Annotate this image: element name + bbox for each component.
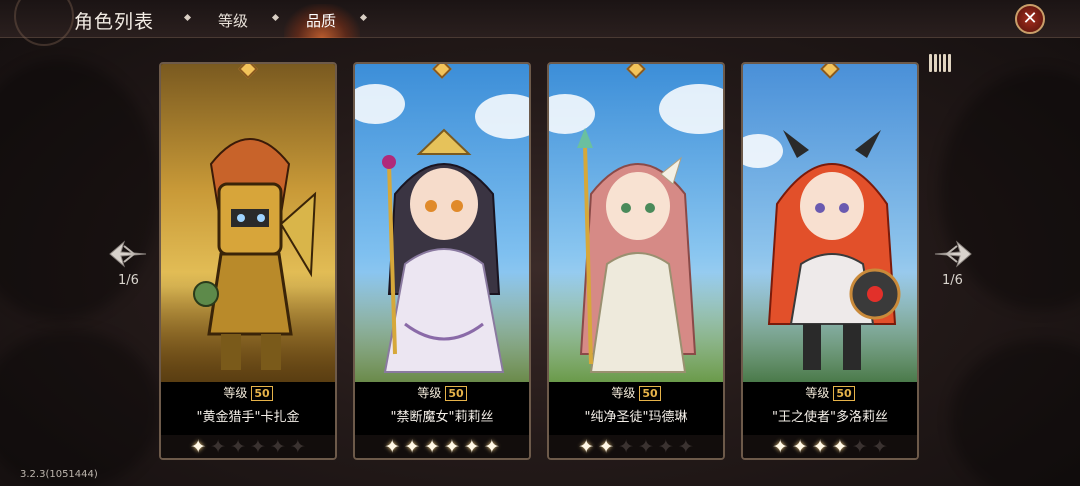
star-icon: ✦ — [638, 436, 654, 458]
star-icon: ✦ — [851, 436, 868, 458]
page-indicator-right: 1/6 — [942, 273, 963, 288]
tab-separator-icon — [359, 13, 368, 22]
version-label: 3.2.3(1051444) — [20, 469, 98, 480]
star-icon: ✦ — [424, 436, 440, 458]
character-name: "纯净圣徒"玛德琳 — [549, 405, 723, 431]
gold-warrior-figure — [193, 138, 317, 370]
star-icon: ✦ — [190, 436, 207, 458]
level-label: 等级 — [417, 386, 442, 400]
level-value: 50 — [833, 386, 855, 401]
star-icon: ✦ — [598, 436, 615, 458]
level-line: 等级 50 — [161, 384, 335, 401]
page-title: 角色列表 — [74, 11, 155, 33]
holy-priestess-figure — [577, 128, 697, 373]
star-icon: ✦ — [210, 436, 227, 458]
star-icon: ✦ — [289, 436, 306, 458]
level-value: 50 — [639, 386, 661, 401]
character-portrait — [355, 64, 529, 382]
star-icon: ✦ — [250, 436, 266, 458]
tab-level[interactable]: 等级 — [218, 10, 248, 31]
top-bar: 角色列表 等级 品质 ✕ — [0, 0, 1080, 46]
close-icon: ✕ — [1022, 8, 1038, 29]
star-icon: ✦ — [618, 436, 634, 458]
star-icon: ✦ — [384, 436, 401, 458]
level-label: 等级 — [611, 386, 636, 400]
star-icon: ✦ — [578, 436, 595, 458]
character-portrait — [161, 64, 335, 382]
star-rating: ✦ ✦ ✦ ✦ ✦ ✦ — [355, 435, 529, 458]
character-portrait — [743, 64, 917, 382]
level-value: 50 — [445, 386, 467, 401]
level-label: 等级 — [805, 386, 830, 400]
character-card-kazajin[interactable]: 等级 50 "黄金猎手"卡扎金 ✦ ✦ ✦ ✦ ✦ ✦ — [159, 62, 337, 460]
page-indicator-left: 1/6 — [118, 273, 139, 288]
grid-view-icon[interactable] — [929, 54, 951, 72]
star-icon: ✦ — [871, 436, 888, 458]
level-line: 等级 50 — [355, 384, 529, 401]
level-value: 50 — [251, 386, 273, 401]
star-icon: ✦ — [269, 436, 286, 458]
star-icon: ✦ — [812, 436, 828, 458]
emblem-icon — [14, 0, 74, 46]
star-icon: ✦ — [444, 436, 460, 458]
star-icon: ✦ — [483, 436, 500, 458]
star-icon: ✦ — [463, 436, 480, 458]
character-card-dolores[interactable]: 等级 50 "王之使者"多洛莉丝 ✦ ✦ ✦ ✦ ✦ ✦ — [741, 62, 919, 460]
star-icon: ✦ — [677, 436, 694, 458]
star-rating: ✦ ✦ ✦ ✦ ✦ ✦ — [161, 435, 335, 458]
witch-bride-figure — [382, 128, 505, 373]
character-card-lilith[interactable]: 等级 50 "禁断魔女"莉莉丝 ✦ ✦ ✦ ✦ ✦ ✦ — [353, 62, 531, 460]
star-icon: ✦ — [657, 436, 674, 458]
prev-page-arrow-icon[interactable] — [108, 236, 148, 272]
close-button[interactable]: ✕ — [1015, 4, 1045, 34]
next-page-arrow-icon[interactable] — [933, 236, 973, 272]
character-name: "禁断魔女"莉莉丝 — [355, 405, 529, 431]
star-rating: ✦ ✦ ✦ ✦ ✦ ✦ — [743, 435, 917, 458]
character-name: "黄金猎手"卡扎金 — [161, 405, 335, 431]
star-icon: ✦ — [832, 436, 848, 458]
tab-quality[interactable]: 品质 — [306, 10, 336, 31]
level-label: 等级 — [223, 386, 248, 400]
character-portrait — [549, 64, 723, 382]
level-line: 等级 50 — [549, 384, 723, 401]
tab-separator-icon — [271, 13, 280, 22]
star-rating: ✦ ✦ ✦ ✦ ✦ ✦ — [549, 435, 723, 458]
star-icon: ✦ — [230, 436, 246, 458]
character-card-madeline[interactable]: 等级 50 "纯净圣徒"玛德琳 ✦ ✦ ✦ ✦ ✦ ✦ — [547, 62, 725, 460]
level-line: 等级 50 — [743, 384, 917, 401]
star-icon: ✦ — [404, 436, 421, 458]
star-icon: ✦ — [792, 436, 809, 458]
star-icon: ✦ — [772, 436, 789, 458]
character-name: "王之使者"多洛莉丝 — [743, 405, 917, 431]
dragon-girl-figure — [767, 130, 901, 370]
tab-separator-icon — [183, 13, 192, 22]
